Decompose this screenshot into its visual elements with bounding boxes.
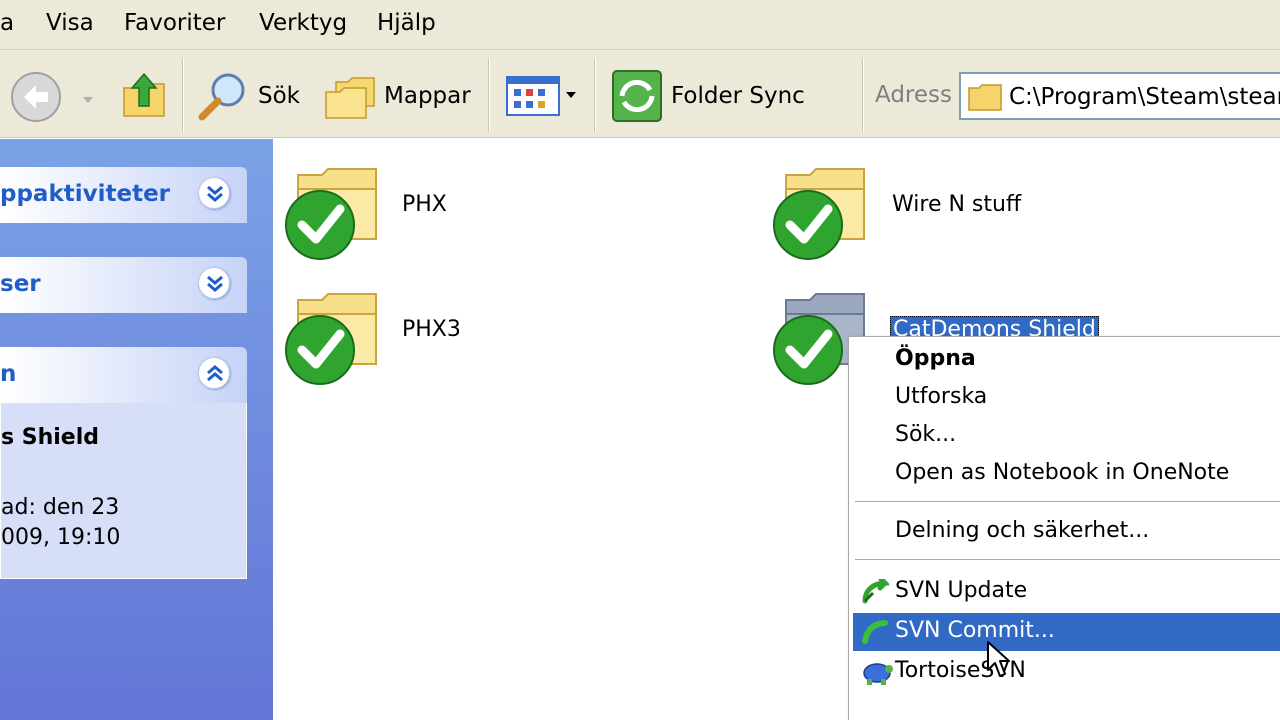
menu-item-open[interactable]: Öppna (853, 341, 1280, 379)
panel-title: ser (0, 271, 41, 297)
menu-item-label: Utforska (895, 384, 988, 409)
svn-update-icon (861, 576, 892, 609)
folder-sync-button[interactable]: Folder Sync (671, 83, 805, 109)
address-label: Adress (875, 82, 952, 108)
task-pane: ppaktiviteter ser n s Shield ad: den 23 … (0, 139, 273, 720)
file-name[interactable]: PHX (402, 192, 447, 217)
folder-icon-phx3[interactable] (284, 290, 384, 390)
folders-icon[interactable] (322, 72, 378, 126)
menu-item-svn-update[interactable]: SVN Update (853, 573, 1280, 611)
menu-item-tortoisesvn[interactable]: TortoiseSVN (853, 653, 1280, 691)
search-button[interactable]: Sök (258, 83, 300, 109)
file-name[interactable]: Wire N stuff (892, 192, 1021, 217)
menu-item-label: Delning och säkerhet... (895, 518, 1150, 543)
magnifier-icon[interactable] (196, 70, 250, 126)
menu-file[interactable]: a (0, 10, 14, 36)
folders-button[interactable]: Mappar (384, 83, 471, 109)
context-menu: Öppna Utforska Sök... Open as Notebook i… (848, 336, 1280, 720)
back-arrow-icon[interactable] (10, 71, 62, 127)
detail-date: 009, 19:10 (1, 525, 121, 550)
panel-title: ppaktiviteter (0, 181, 171, 207)
toolbar-separator (594, 58, 596, 132)
details-panel: s Shield ad: den 23 009, 19:10 (0, 403, 247, 579)
menu-item-explore[interactable]: Utforska (853, 379, 1280, 417)
folder-icon-phx[interactable] (284, 165, 384, 265)
menu-view[interactable]: Visa (46, 10, 94, 36)
menu-tools[interactable]: Verktyg (259, 10, 347, 36)
svn-commit-icon (861, 619, 889, 649)
menu-separator (855, 501, 1280, 502)
menu-bar: a Visa Favoriter Verktyg Hjälp (0, 0, 1280, 50)
chevron-up-icon[interactable] (198, 357, 230, 389)
views-grid-icon[interactable] (506, 76, 580, 120)
panel-title: n (0, 361, 17, 387)
menu-item-svn-commit[interactable]: SVN Commit... (853, 613, 1280, 651)
menu-help[interactable]: Hjälp (377, 10, 436, 36)
menu-separator (855, 559, 1280, 560)
menu-item-label: Sök... (895, 422, 957, 447)
menu-item-onenote[interactable]: Open as Notebook in OneNote (853, 455, 1280, 493)
folder-icon-wire[interactable] (772, 165, 872, 265)
chevron-down-icon[interactable] (198, 177, 230, 209)
menu-item-label: Open as Notebook in OneNote (895, 460, 1230, 485)
address-input[interactable]: C:\Program\Steam\steam (959, 72, 1280, 120)
menu-item-search[interactable]: Sök... (853, 417, 1280, 455)
back-dropdown-icon[interactable] (82, 90, 94, 109)
folder-sync-icon[interactable] (610, 68, 664, 128)
panel-header-details[interactable]: n (0, 347, 247, 403)
toolbar-separator (488, 58, 490, 132)
up-folder-icon[interactable] (120, 70, 168, 126)
menu-item-label: SVN Commit... (895, 618, 1055, 643)
toolbar-separator (182, 58, 184, 132)
folder-icon (967, 82, 1003, 116)
menu-favorites[interactable]: Favoriter (124, 10, 225, 36)
menu-item-sharing[interactable]: Delning och säkerhet... (853, 513, 1280, 551)
chevron-down-icon[interactable] (198, 267, 230, 299)
panel-header-tasks[interactable]: ppaktiviteter (0, 167, 247, 223)
address-value: C:\Program\Steam\steam (1009, 84, 1280, 110)
file-name[interactable]: PHX3 (402, 317, 461, 342)
menu-item-label: SVN Update (895, 578, 1028, 603)
detail-name: s Shield (1, 425, 100, 450)
detail-modified: ad: den 23 (1, 495, 120, 520)
toolbar-separator (862, 58, 864, 132)
menu-item-label: Öppna (895, 346, 976, 371)
tortoise-icon (861, 659, 893, 691)
mouse-cursor-icon (986, 640, 1010, 684)
panel-header-places[interactable]: ser (0, 257, 247, 313)
